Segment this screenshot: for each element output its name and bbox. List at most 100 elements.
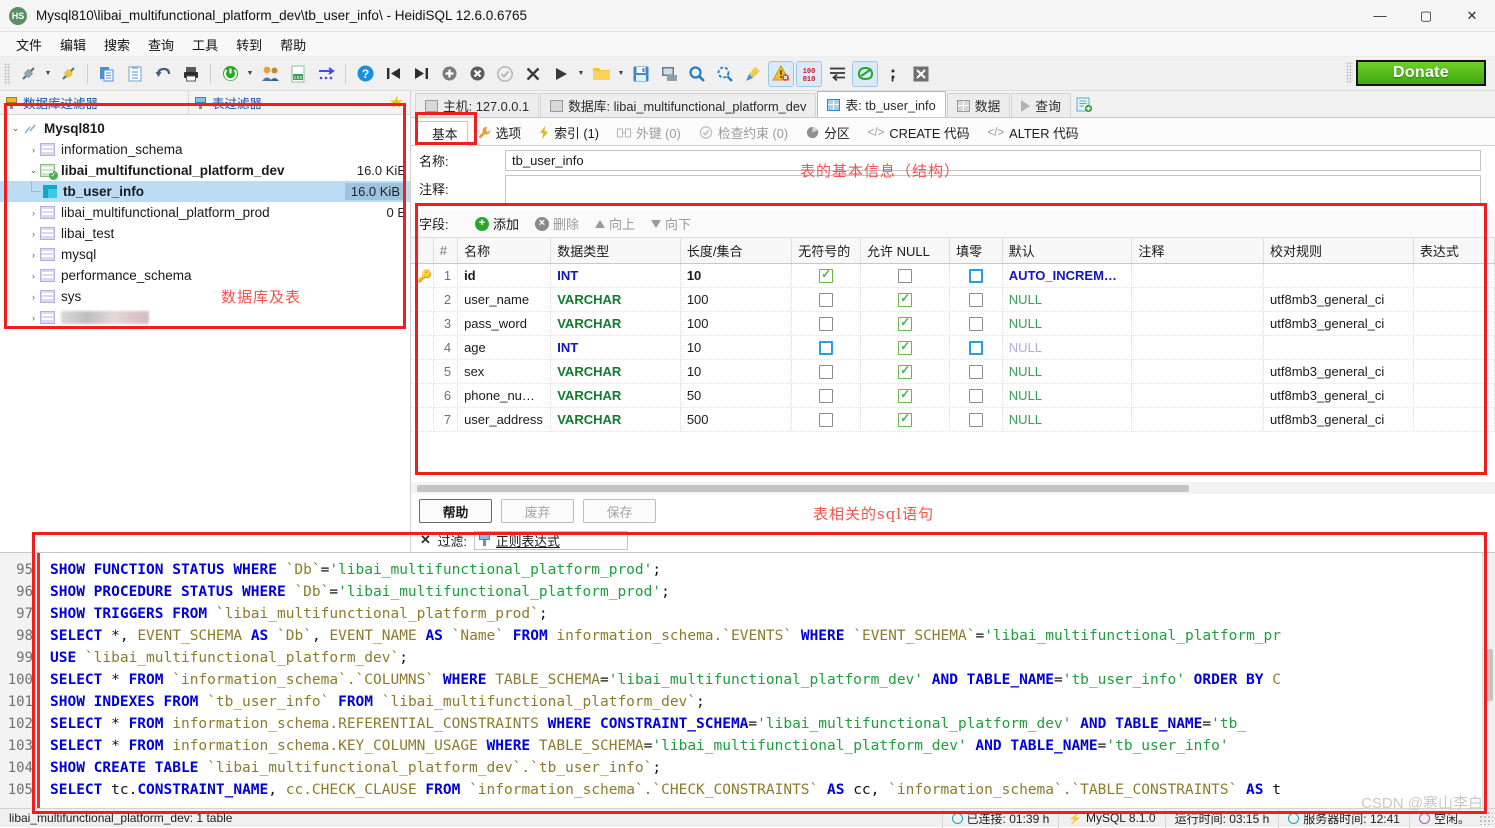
clean-icon[interactable]: [740, 61, 766, 87]
menu-item-edit[interactable]: 编辑: [51, 33, 95, 56]
tree-item-tb-user-info[interactable]: tb_user_info 16.0 KiB: [0, 181, 410, 202]
row-default[interactable]: NULL: [1002, 311, 1133, 336]
sql-log-panel[interactable]: 95 96 97 98 99 100 101 102 103 104 105 S…: [0, 552, 1495, 808]
refresh-dropdown-icon[interactable]: ▼: [244, 61, 256, 87]
help-button[interactable]: 帮助: [419, 499, 492, 523]
row-zerofill-checkbox[interactable]: [949, 263, 1003, 288]
column-header-comment[interactable]: 注释: [1131, 238, 1265, 264]
row-comment[interactable]: [1131, 311, 1265, 336]
chevron-right-icon[interactable]: ›: [27, 229, 40, 239]
row-expression[interactable]: [1413, 263, 1495, 288]
row-field-name[interactable]: id: [457, 263, 552, 288]
tree-item-libai-prod[interactable]: › libai_multifunctional_platform_prod 0 …: [0, 202, 410, 223]
table-row[interactable]: 7 user_address VARCHAR 500 NULL utf8mb3_…: [411, 407, 1495, 432]
chevron-down-icon[interactable]: ⌄: [9, 123, 22, 134]
chevron-right-icon[interactable]: ›: [27, 208, 40, 218]
table-name-input[interactable]: tb_user_info: [505, 150, 1481, 171]
row-collation[interactable]: utf8mb3_general_ci: [1263, 359, 1414, 384]
row-length[interactable]: 10: [680, 335, 793, 360]
column-header-length[interactable]: 长度/集合: [680, 238, 793, 264]
row-unsigned-checkbox[interactable]: [791, 335, 862, 360]
save-button[interactable]: 保存: [583, 499, 656, 523]
row-length[interactable]: 500: [680, 407, 793, 432]
row-length[interactable]: 100: [680, 311, 793, 336]
favorites-button[interactable]: ★: [383, 91, 410, 114]
save-icon[interactable]: [628, 61, 654, 87]
row-expression[interactable]: [1413, 335, 1495, 360]
row-comment[interactable]: [1131, 335, 1265, 360]
copy-icon[interactable]: [94, 61, 120, 87]
row-default[interactable]: NULL: [1002, 287, 1133, 312]
discard-button[interactable]: 废弃: [501, 499, 574, 523]
row-unsigned-checkbox[interactable]: [791, 287, 862, 312]
row-default[interactable]: NULL: [1002, 359, 1133, 384]
row-allownull-checkbox[interactable]: [860, 311, 951, 336]
row-allownull-checkbox[interactable]: [860, 335, 951, 360]
row-comment[interactable]: [1131, 263, 1265, 288]
chevron-right-icon[interactable]: ›: [27, 145, 40, 155]
save-as-icon[interactable]: [656, 61, 682, 87]
regex-filter-input[interactable]: 正则表达式: [473, 530, 628, 550]
csv-import-icon[interactable]: csv: [285, 61, 311, 87]
row-field-name[interactable]: pass_word: [457, 311, 552, 336]
row-comment[interactable]: [1131, 287, 1265, 312]
row-datatype[interactable]: VARCHAR: [550, 359, 681, 384]
row-expression[interactable]: [1413, 383, 1495, 408]
sql-log-text[interactable]: SHOW FUNCTION STATUS WHERE `Db`='libai_m…: [40, 553, 1495, 808]
close-button[interactable]: ✕: [1449, 0, 1495, 32]
menu-item-file[interactable]: 文件: [7, 33, 51, 56]
tree-item-performance-schema[interactable]: › performance_schema: [0, 265, 410, 286]
rollback-icon[interactable]: [520, 61, 546, 87]
find-replace-icon[interactable]: [712, 61, 738, 87]
first-icon[interactable]: [380, 61, 406, 87]
row-length[interactable]: 10: [680, 263, 793, 288]
maximize-button[interactable]: ▢: [1403, 0, 1449, 32]
minimize-button[interactable]: —: [1357, 0, 1403, 32]
table-row[interactable]: 6 phone_numb… VARCHAR 50 NULL utf8mb3_ge…: [411, 383, 1495, 408]
run-dropdown-icon[interactable]: ▼: [575, 61, 587, 87]
binary-icon[interactable]: 100 010: [796, 60, 822, 87]
row-zerofill-checkbox[interactable]: [949, 407, 1003, 432]
row-unsigned-checkbox[interactable]: [791, 383, 862, 408]
move-up-button[interactable]: 向上: [587, 214, 643, 233]
tree-item-libai-test[interactable]: › libai_test: [0, 223, 410, 244]
row-allownull-checkbox[interactable]: [860, 359, 951, 384]
tab-check-constraints[interactable]: 检查约束 (0): [690, 120, 797, 145]
row-allownull-checkbox[interactable]: [860, 383, 951, 408]
row-comment[interactable]: [1131, 407, 1265, 432]
row-length[interactable]: 50: [680, 383, 793, 408]
open-dropdown-icon[interactable]: ▼: [615, 61, 627, 87]
row-field-name[interactable]: age: [457, 335, 552, 360]
column-header-default[interactable]: 默认: [1002, 238, 1133, 264]
connect-dropdown-icon[interactable]: ▼: [42, 61, 54, 87]
tab-indexes[interactable]: 索引 (1): [530, 120, 608, 145]
tab-create-code[interactable]: </> CREATE 代码: [859, 120, 979, 145]
stop-icon[interactable]: [908, 61, 934, 87]
row-zerofill-checkbox[interactable]: [949, 359, 1003, 384]
paste-icon[interactable]: [122, 61, 148, 87]
column-header-unsigned[interactable]: 无符号的: [791, 238, 862, 264]
table-row[interactable]: 🔑 1 id INT 10 AUTO_INCREME…: [411, 263, 1495, 288]
column-header-zerofill[interactable]: 填零: [949, 238, 1003, 264]
column-header-name[interactable]: 名称: [457, 238, 552, 264]
table-row[interactable]: 4 age INT 10 NULL: [411, 335, 1495, 360]
row-expression[interactable]: [1413, 287, 1495, 312]
database-tree[interactable]: ⌄ Mysql810 › information_schema ⌄ ✓ liba…: [0, 115, 410, 552]
tab-host[interactable]: 主机: 127.0.0.1: [415, 93, 540, 117]
row-field-name[interactable]: user_name: [457, 287, 552, 312]
help-icon[interactable]: ?: [352, 61, 378, 87]
row-datatype[interactable]: VARCHAR: [550, 383, 681, 408]
row-length[interactable]: 100: [680, 287, 793, 312]
donate-button[interactable]: Donate: [1356, 60, 1486, 86]
tree-item-mysql[interactable]: › mysql: [0, 244, 410, 265]
row-datatype[interactable]: VARCHAR: [550, 407, 681, 432]
row-datatype[interactable]: INT: [550, 335, 681, 360]
resize-grip[interactable]: [1479, 811, 1493, 825]
menu-item-search[interactable]: 搜索: [95, 33, 139, 56]
row-unsigned-checkbox[interactable]: [791, 407, 862, 432]
row-field-name[interactable]: sex: [457, 359, 552, 384]
row-collation[interactable]: [1263, 335, 1414, 360]
tab-data[interactable]: 数据: [946, 93, 1011, 117]
row-expression[interactable]: [1413, 311, 1495, 336]
table-comment-input[interactable]: [505, 175, 1481, 205]
